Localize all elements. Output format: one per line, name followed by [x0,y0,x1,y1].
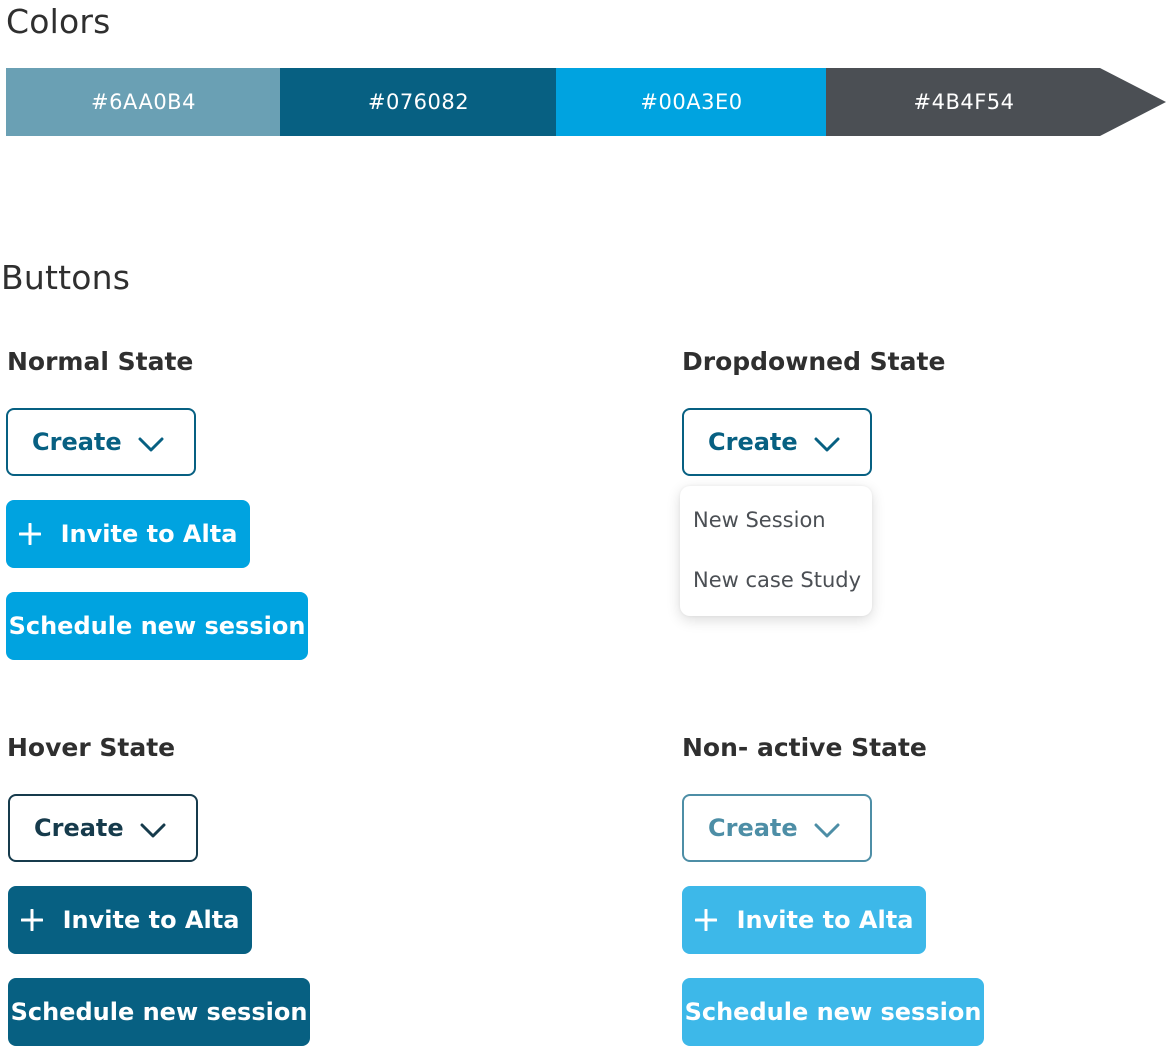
chevron-down-icon [814,823,840,838]
schedule-button-hover[interactable]: Schedule new session [8,978,310,1046]
hover-state-title: Hover State [7,733,176,762]
create-label: Create [708,814,798,842]
create-label: Create [34,814,124,842]
chevron-down-icon [138,437,164,452]
swatch-1: #6AA0B4 [6,68,281,136]
swatch-2: #076082 [280,68,557,136]
plus-icon [18,523,41,545]
buttons-section-title: Buttons [1,258,131,297]
create-dropdown-menu: New Session New case Study [680,486,872,616]
schedule-label: Schedule new session [684,998,982,1026]
color-palette: #6AA0B4 #076082 #00A3E0 #4B4F54 [6,68,1166,136]
invite-label: Invite to Alta [60,520,238,548]
swatch-1-label: #6AA0B4 [91,90,196,114]
invite-label: Invite to Alta [62,906,240,934]
swatch-4-label: #4B4F54 [913,90,1015,114]
schedule-label: Schedule new session [10,998,308,1026]
invite-label: Invite to Alta [736,906,914,934]
invite-button-hover[interactable]: Invite to Alta [8,886,252,954]
schedule-button-inactive[interactable]: Schedule new session [682,978,984,1046]
invite-button-normal[interactable]: Invite to Alta [6,500,250,568]
schedule-button-normal[interactable]: Schedule new session [6,592,308,660]
schedule-label: Schedule new session [8,612,306,640]
plus-icon [20,909,43,931]
swatch-2-label: #076082 [367,90,470,114]
create-dropdown-button-normal[interactable]: Create [6,408,196,476]
plus-icon [694,909,717,931]
colors-section-title: Colors [6,2,111,41]
create-dropdown-button-hover[interactable]: Create [8,794,198,862]
create-dropdown-button-open[interactable]: Create [682,408,872,476]
swatch-3-label: #00A3E0 [640,90,743,114]
swatch-3: #00A3E0 [556,68,827,136]
menu-item-new-case-study[interactable]: New case Study [693,568,861,592]
chevron-down-icon [140,823,166,838]
dropdowned-state-title: Dropdowned State [682,347,946,376]
swatch-4: #4B4F54 [826,68,1102,136]
create-label: Create [708,428,798,456]
non-active-state-title: Non- active State [682,733,927,762]
chevron-down-icon [814,437,840,452]
invite-button-inactive[interactable]: Invite to Alta [682,886,926,954]
create-dropdown-button-inactive[interactable]: Create [682,794,872,862]
create-label: Create [32,428,122,456]
normal-state-title: Normal State [7,347,194,376]
menu-item-new-session[interactable]: New Session [693,508,826,532]
